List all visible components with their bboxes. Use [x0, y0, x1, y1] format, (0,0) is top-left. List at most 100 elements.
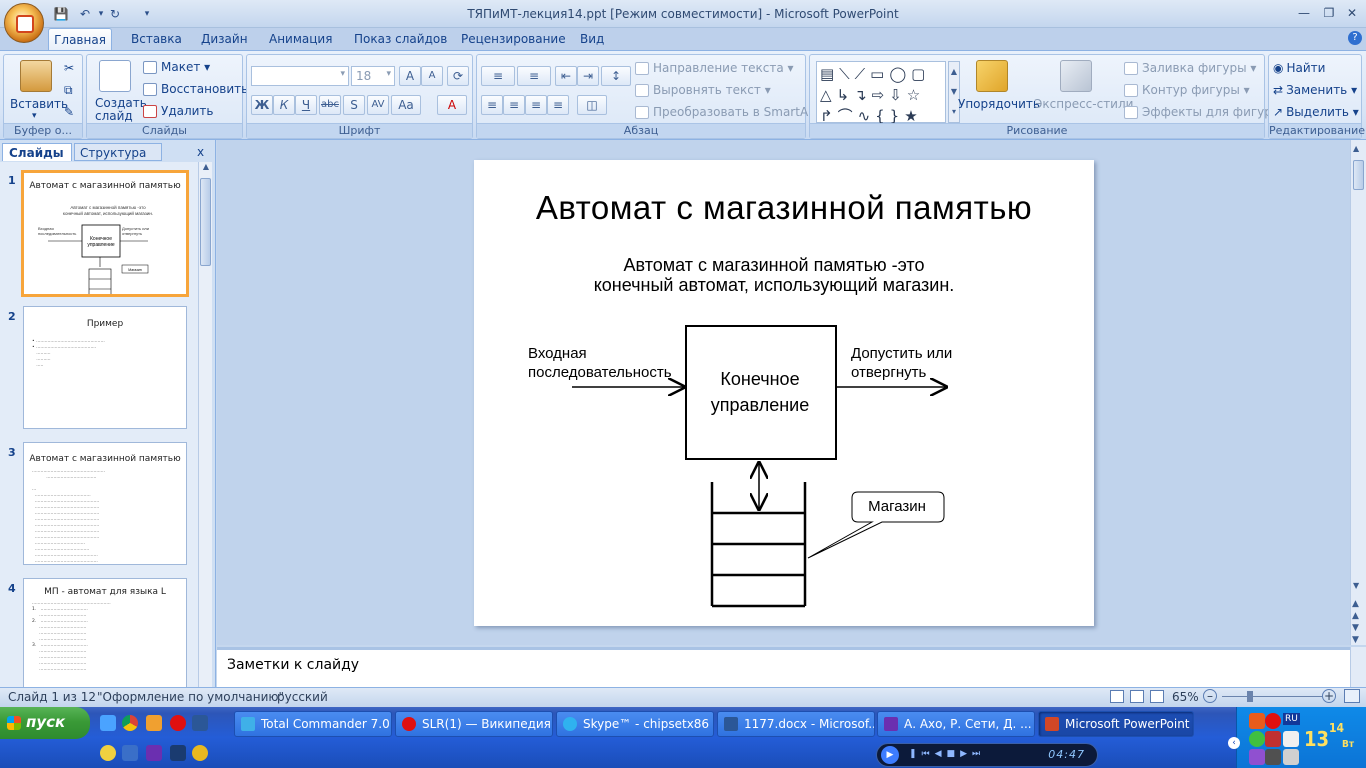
normal-view-icon[interactable] [1110, 690, 1124, 703]
tab-view[interactable]: Вид [580, 32, 604, 46]
task-word[interactable]: 1177.docx - Microsof... [717, 711, 875, 737]
clock[interactable]: 1314 Вт [1304, 721, 1354, 751]
shrink-font-icon[interactable]: A [421, 66, 443, 86]
slide-sorter-icon[interactable] [1130, 690, 1144, 703]
tray-flag-icon[interactable] [1283, 731, 1299, 747]
shapes-scroll-icon[interactable]: ▲ ▼ ▾ [948, 61, 960, 123]
tab-slideshow[interactable]: Показ слайдов [354, 32, 447, 46]
task-browser[interactable]: SLR(1) — Википедия... [395, 711, 553, 737]
quicklaunch-icon-2[interactable] [122, 745, 138, 761]
slide-thumbnail-4[interactable]: МП - автомат для языка L ...............… [23, 578, 187, 687]
fit-to-window-icon[interactable] [1344, 689, 1360, 703]
help-icon[interactable]: ? [1348, 31, 1362, 45]
slide-thumbnail-2[interactable]: Пример • ...............................… [23, 306, 187, 429]
font-name-box[interactable]: ▾ [251, 66, 349, 86]
opera-icon[interactable] [170, 715, 186, 731]
find-button[interactable]: ◉ Найти [1273, 61, 1325, 75]
scroll-thumb[interactable] [1353, 160, 1364, 190]
task-skype[interactable]: Skype™ - chipsetx86 [556, 711, 714, 737]
tab-slides[interactable]: Слайды [2, 143, 72, 161]
zoom-slider-thumb[interactable] [1247, 691, 1253, 702]
slide-canvas[interactable]: Автомат с магазинной памятью Автомат с м… [474, 160, 1094, 626]
font-name-dropdown-icon[interactable]: ▾ [340, 69, 345, 79]
start-button[interactable]: пуск [0, 707, 90, 739]
restore-button[interactable]: ❐ [1317, 4, 1341, 22]
bullets-icon[interactable]: ≡ [481, 66, 515, 86]
copy-icon[interactable]: ⧉ [64, 83, 73, 98]
theme-name[interactable]: "Оформление по умолчанию" [97, 690, 284, 704]
reset-button[interactable]: Восстановить [143, 82, 248, 96]
tray-icon-6[interactable] [1265, 749, 1281, 765]
underline-icon[interactable]: Ч [295, 95, 317, 115]
task-powerpoint[interactable]: Microsoft PowerPoint ... [1038, 711, 1194, 737]
minimize-button[interactable]: — [1292, 4, 1316, 22]
slide-thumbnail-1[interactable]: Автомат с магазинной памятью Автомат с м… [21, 170, 189, 297]
tab-design[interactable]: Дизайн [201, 32, 248, 46]
desktop-icon[interactable] [100, 715, 116, 731]
grow-font-icon[interactable]: A [399, 66, 421, 86]
format-painter-icon[interactable]: ✎ [64, 105, 74, 119]
shape-outline-button[interactable]: Контур фигуры ▾ [1124, 83, 1250, 97]
next-slide-icon[interactable]: ▼ ▼ [1352, 622, 1359, 646]
clear-format-icon[interactable]: ⟳ [447, 66, 469, 86]
cut-icon[interactable]: ✂ [64, 61, 74, 75]
align-right-icon[interactable]: ≡ [525, 95, 547, 115]
scroll-up-icon[interactable]: ▲ [1353, 144, 1359, 153]
align-center-icon[interactable]: ≡ [503, 95, 525, 115]
language-indicator[interactable]: русский [277, 690, 328, 704]
tab-animation[interactable]: Анимация [269, 32, 332, 46]
smartart-button[interactable]: Преобразовать в SmartArt ▾ [635, 105, 828, 119]
text-direction-button[interactable]: Направление текста ▾ [635, 61, 794, 75]
quick-styles-button[interactable]: Экспресс-стили [1034, 97, 1133, 111]
office-button[interactable] [4, 3, 44, 43]
align-left-icon[interactable]: ≡ [481, 95, 503, 115]
notes-scrollbar[interactable] [1350, 647, 1366, 687]
zoom-in-icon[interactable]: + [1322, 689, 1336, 703]
shape-fill-button[interactable]: Заливка фигуры ▾ [1124, 61, 1256, 75]
quicklaunch-icon-5[interactable] [192, 745, 208, 761]
shape-effects-button[interactable]: Эффекты для фигур ▾ [1124, 105, 1282, 119]
notes-pane[interactable]: Заметки к слайду [217, 647, 1350, 687]
tray-icon-3[interactable] [1249, 731, 1265, 747]
increase-indent-icon[interactable]: ⇥ [577, 66, 599, 86]
word-icon[interactable] [192, 715, 208, 731]
select-button[interactable]: ↗ Выделить ▾ [1273, 105, 1359, 119]
align-text-button[interactable]: Выровнять текст ▾ [635, 83, 771, 97]
scroll-thumb[interactable] [200, 178, 211, 266]
media-player-bar[interactable]: ▶ ❚⏮◀■▶⏭ 04:47 [876, 743, 1098, 767]
quicklaunch-icon-3[interactable] [146, 745, 162, 761]
language-indicator[interactable]: RU [1283, 713, 1300, 725]
numbering-icon[interactable]: ≡ [517, 66, 551, 86]
play-icon[interactable]: ▶ [881, 746, 899, 764]
thumbnail-scrollbar[interactable]: ▲ [198, 162, 212, 687]
quicklaunch-icon-1[interactable] [100, 745, 116, 761]
justify-icon[interactable]: ≡ [547, 95, 569, 115]
layout-button[interactable]: Макет ▾ [143, 60, 210, 74]
tray-icon-5[interactable] [1249, 749, 1265, 765]
close-button[interactable]: ✕ [1340, 4, 1364, 22]
scroll-down-icon[interactable]: ▼ [1353, 581, 1359, 590]
columns-icon[interactable]: ◫ [577, 95, 607, 115]
photoshop-icon[interactable] [170, 745, 186, 761]
zoom-out-icon[interactable]: – [1203, 689, 1217, 703]
shadow-icon[interactable]: S [343, 95, 365, 115]
tray-icon-2[interactable] [1265, 713, 1281, 729]
shapes-gallery[interactable]: ▤⟍⟋▭◯▢ △↳↴⇨⇩☆ ↱⌒∿{}★ [816, 61, 946, 125]
italic-icon[interactable]: К [273, 95, 295, 115]
zoom-slider-track[interactable] [1222, 696, 1322, 697]
font-size-box[interactable]: 18 ▾ [351, 66, 395, 86]
delete-slide-button[interactable]: Удалить [143, 104, 214, 118]
bold-icon[interactable]: Ж [251, 95, 273, 115]
player-controls-icon[interactable]: ❚⏮◀■▶⏭ [909, 749, 985, 759]
strikethrough-icon[interactable]: abc [319, 95, 341, 115]
editor-scrollbar[interactable]: ▲ ▼ ▲ ▲ ▼ ▼ [1350, 140, 1366, 645]
tray-icon-1[interactable] [1249, 713, 1265, 729]
zoom-level[interactable]: 65% [1172, 690, 1199, 704]
task-book[interactable]: А. Ахо, Р. Сети, Д. ... [877, 711, 1035, 737]
replace-button[interactable]: ⇄ Заменить ▾ [1273, 83, 1357, 97]
line-spacing-icon[interactable]: ↕ [601, 66, 631, 86]
font-color-icon[interactable]: A [437, 95, 467, 115]
tab-home[interactable]: Главная [48, 28, 112, 51]
slideshow-icon[interactable] [1150, 690, 1164, 703]
tab-outline[interactable]: Структура [74, 143, 162, 161]
